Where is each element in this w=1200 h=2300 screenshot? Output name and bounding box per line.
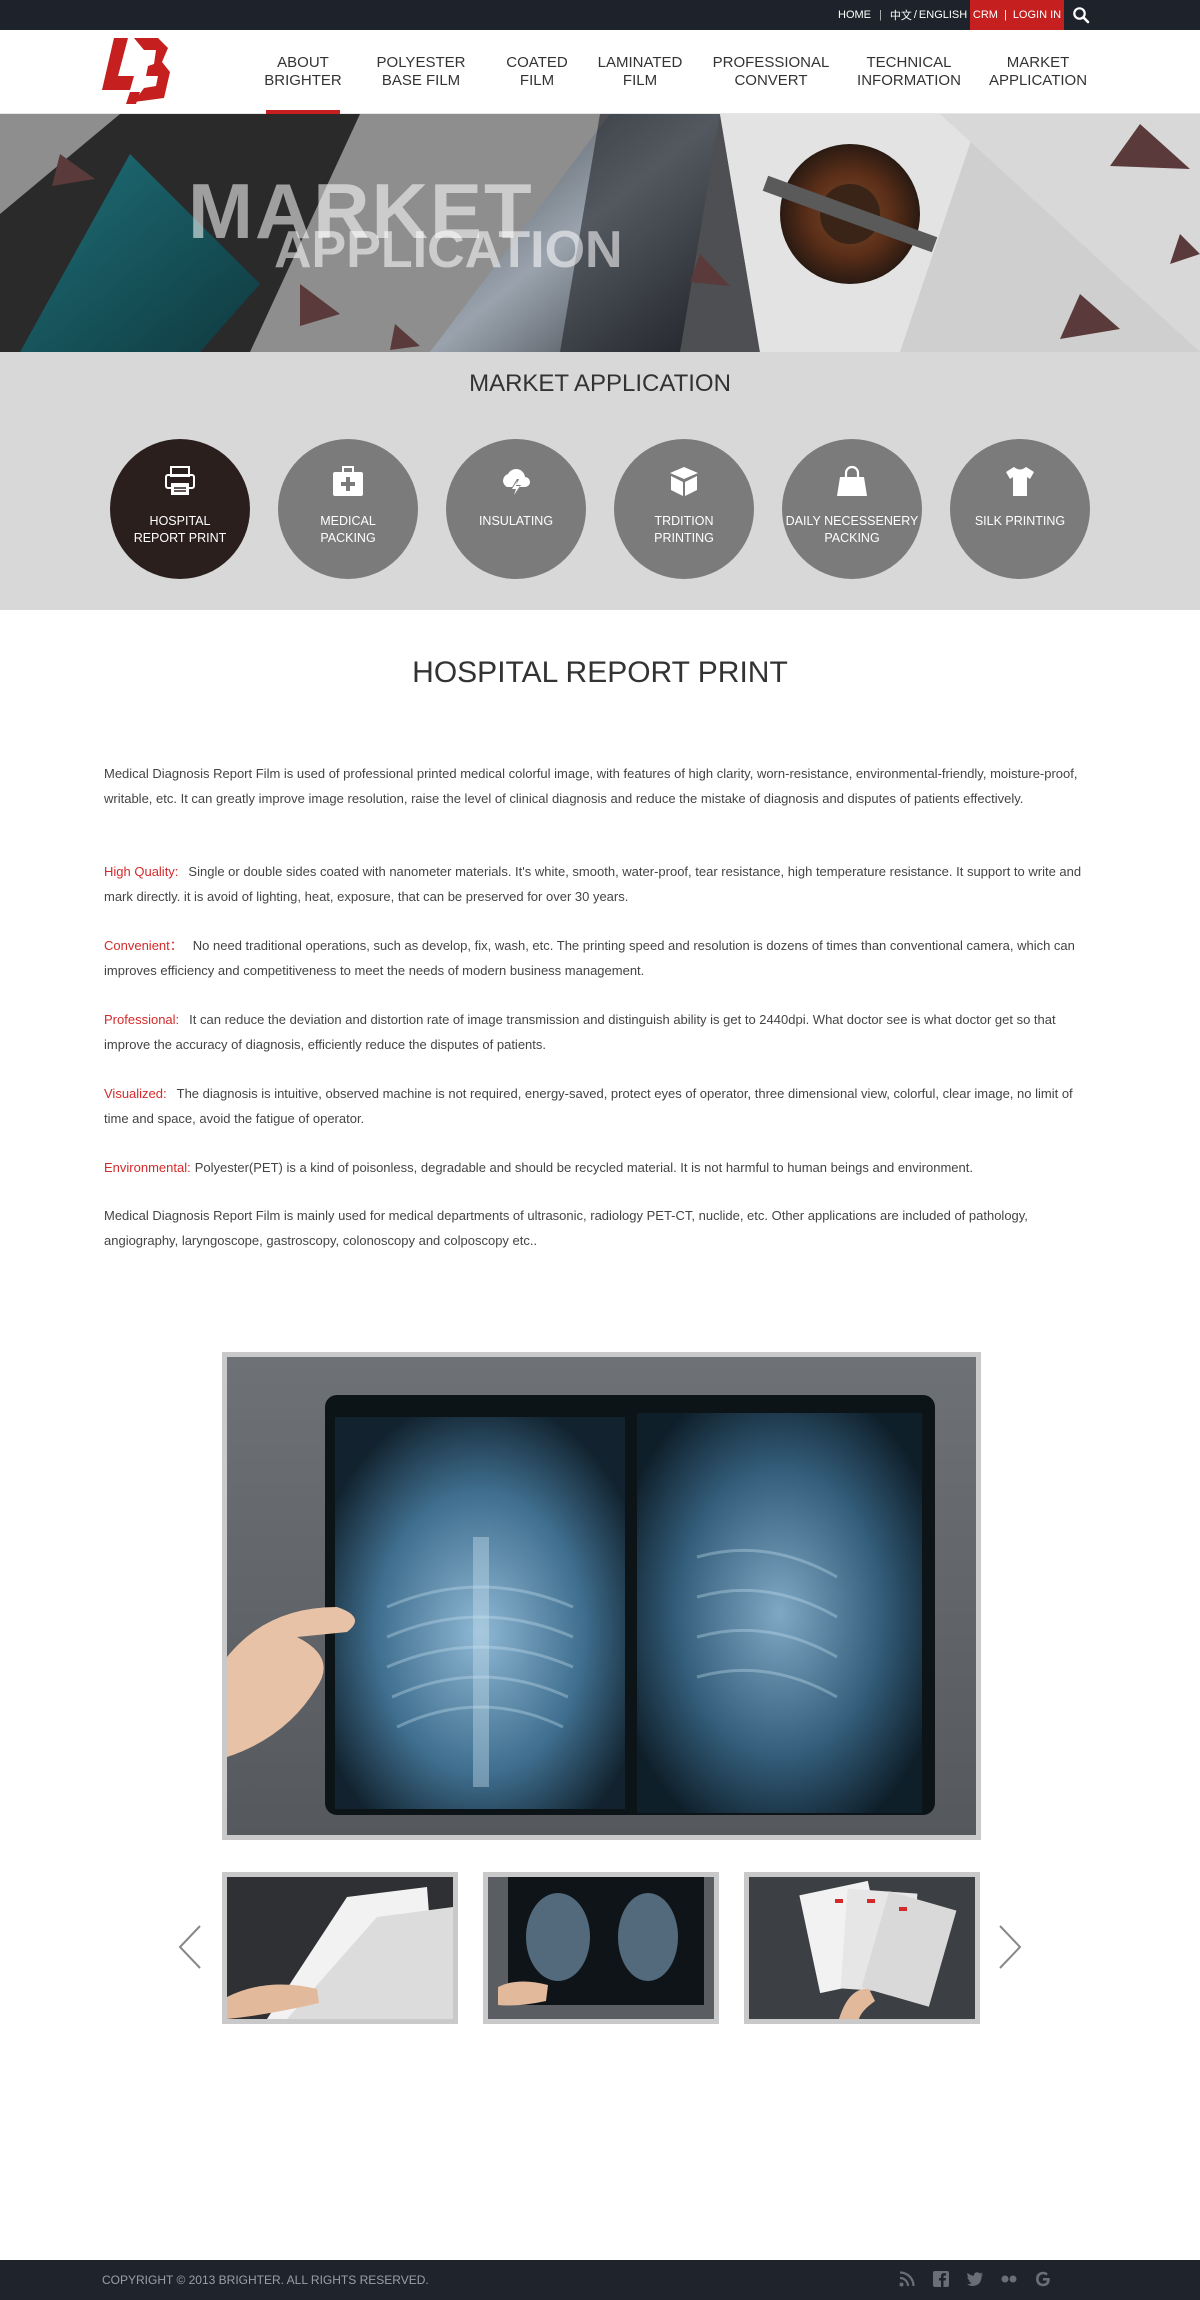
feature-paragraph: Visualized: The diagnosis is intuitive, o… <box>104 1082 1098 1131</box>
gallery-next-arrow[interactable] <box>996 1922 1024 1972</box>
section-title: MARKET APPLICATION <box>469 370 731 397</box>
page-title: HOSPITAL REPORT PRINT <box>412 656 788 689</box>
footer: COPYRIGHT © 2013 BRIGHTER. ALL RIGHTS RE… <box>0 2260 1200 2300</box>
feature-paragraph: Convenient： No need traditional operation… <box>104 934 1098 983</box>
market-application-section: MARKET APPLICATION HOSPITAL REPORT PRINT… <box>0 352 1200 610</box>
main-product-image <box>222 1352 981 1840</box>
feature-label: Environmental: <box>104 1160 191 1175</box>
category-label: TRDITION PRINTING <box>654 514 714 545</box>
category-label: MEDICAL PACKING <box>320 514 376 545</box>
feature-label: Professional: <box>104 1012 180 1027</box>
feature-paragraph: Environmental: Polyester(PET) is a kind o… <box>104 1156 1098 1181</box>
category-daily-necessenery-packing[interactable]: DAILY NECESSENERY PACKING <box>782 439 922 579</box>
nav-polyester-base-film[interactable]: POLYESTER BASE FILM <box>372 30 470 114</box>
gallery-thumbnail[interactable] <box>483 1872 719 2024</box>
category-label: INSULATING <box>478 514 554 528</box>
nav-label: MARKET APPLICATION <box>988 54 1088 89</box>
category-trdition-printing[interactable]: TRDITION PRINTING <box>614 439 754 579</box>
feature-text: Single or double sides coated with nanom… <box>104 864 1082 904</box>
feature-text: Polyester(PET) is a kind of poisonless, … <box>194 1160 973 1175</box>
google-icon[interactable] <box>1034 2270 1052 2288</box>
nav-professional-convert[interactable]: PROFESSIONAL CONVERT <box>710 30 832 114</box>
feature-text: It can reduce the deviation and distorti… <box>104 1012 1056 1052</box>
top-links: HOME | 中文 / ENGLISH <box>838 0 968 30</box>
gallery-thumbnail[interactable] <box>222 1872 458 2024</box>
feature-text: No need traditional operations, such as … <box>104 938 1075 978</box>
feature-paragraph: Professional: It can reduce the deviation… <box>104 1008 1098 1057</box>
nav-label: POLYESTER BASE FILM <box>376 54 466 89</box>
tshirt-icon <box>1002 463 1038 499</box>
intro-paragraph: Medical Diagnosis Report Film is used of… <box>104 766 1078 806</box>
feature-label: Convenient： <box>104 938 183 953</box>
flickr-icon[interactable] <box>1000 2270 1018 2288</box>
cloud-lightning-icon <box>498 463 534 499</box>
bag-icon <box>834 463 870 499</box>
category-insulating[interactable]: INSULATING <box>446 439 586 579</box>
nav-label: COATED FILM <box>506 54 568 89</box>
banner-subtitle: APPLICATION <box>274 221 623 279</box>
divider: | <box>879 9 882 21</box>
category-silk-printing[interactable]: SILK PRINTING <box>950 439 1090 579</box>
nav-technical-information[interactable]: TECHNICAL INFORMATION <box>852 30 966 114</box>
lang-divider: / <box>913 9 917 21</box>
nav-label: LAMINATED FILM <box>597 54 683 89</box>
hero-banner: MARKET APPLICATION <box>0 114 1200 352</box>
facebook-icon[interactable] <box>932 2270 950 2288</box>
box-icon <box>666 463 702 499</box>
rss-icon[interactable] <box>898 2270 916 2288</box>
nav-label: TECHNICAL INFORMATION <box>857 54 961 89</box>
gallery-prev-arrow[interactable] <box>176 1922 204 1972</box>
social-links <box>898 2270 1052 2288</box>
nav-about-brighter[interactable]: ABOUT BRIGHTER <box>264 30 342 115</box>
lang-cn-link[interactable]: 中文 <box>890 7 912 23</box>
medical-kit-icon <box>330 463 366 499</box>
outro-paragraph: Medical Diagnosis Report Film is mainly … <box>104 1208 1028 1248</box>
login-link[interactable]: LOGIN IN <box>1013 9 1061 21</box>
crm-link[interactable]: CRM <box>973 9 998 21</box>
main-nav: ABOUT BRIGHTER POLYESTER BASE FILM COATE… <box>0 30 1200 115</box>
category-medical-packing[interactable]: MEDICAL PACKING <box>278 439 418 579</box>
feature-label: Visualized: <box>104 1086 167 1101</box>
nav-market-application[interactable]: MARKET APPLICATION <box>984 30 1092 114</box>
nav-coated-film[interactable]: COATED FILM <box>500 30 574 114</box>
nav-label: PROFESSIONAL CONVERT <box>712 54 830 89</box>
nav-laminated-film[interactable]: LAMINATED FILM <box>594 30 686 114</box>
top-bar: HOME | 中文 / ENGLISH CRM | LOGIN IN <box>0 0 1200 30</box>
login-box: CRM | LOGIN IN <box>970 0 1064 30</box>
feature-label: High Quality: <box>104 864 179 879</box>
feature-paragraph: High Quality: Single or double sides coat… <box>104 860 1098 909</box>
category-label: HOSPITAL REPORT PRINT <box>133 514 227 545</box>
category-label: SILK PRINTING <box>974 514 1066 528</box>
category-label: DAILY NECESSENERY PACKING <box>785 514 919 545</box>
lang-en-link[interactable]: ENGLISH <box>919 9 967 21</box>
search-icon[interactable] <box>1072 6 1090 24</box>
twitter-icon[interactable] <box>966 2270 984 2288</box>
gallery-thumbnail[interactable] <box>744 1872 980 2024</box>
feature-text: The diagnosis is intuitive, observed mac… <box>104 1086 1073 1126</box>
copyright-text: COPYRIGHT © 2013 BRIGHTER. ALL RIGHTS RE… <box>102 2273 429 2287</box>
printer-icon <box>162 463 198 499</box>
nav-label: ABOUT BRIGHTER <box>264 54 342 89</box>
header: ABOUT BRIGHTER POLYESTER BASE FILM COATE… <box>0 30 1200 115</box>
divider: | <box>1003 9 1007 21</box>
category-hospital-report-print[interactable]: HOSPITAL REPORT PRINT <box>110 439 250 579</box>
home-link[interactable]: HOME <box>838 9 871 21</box>
